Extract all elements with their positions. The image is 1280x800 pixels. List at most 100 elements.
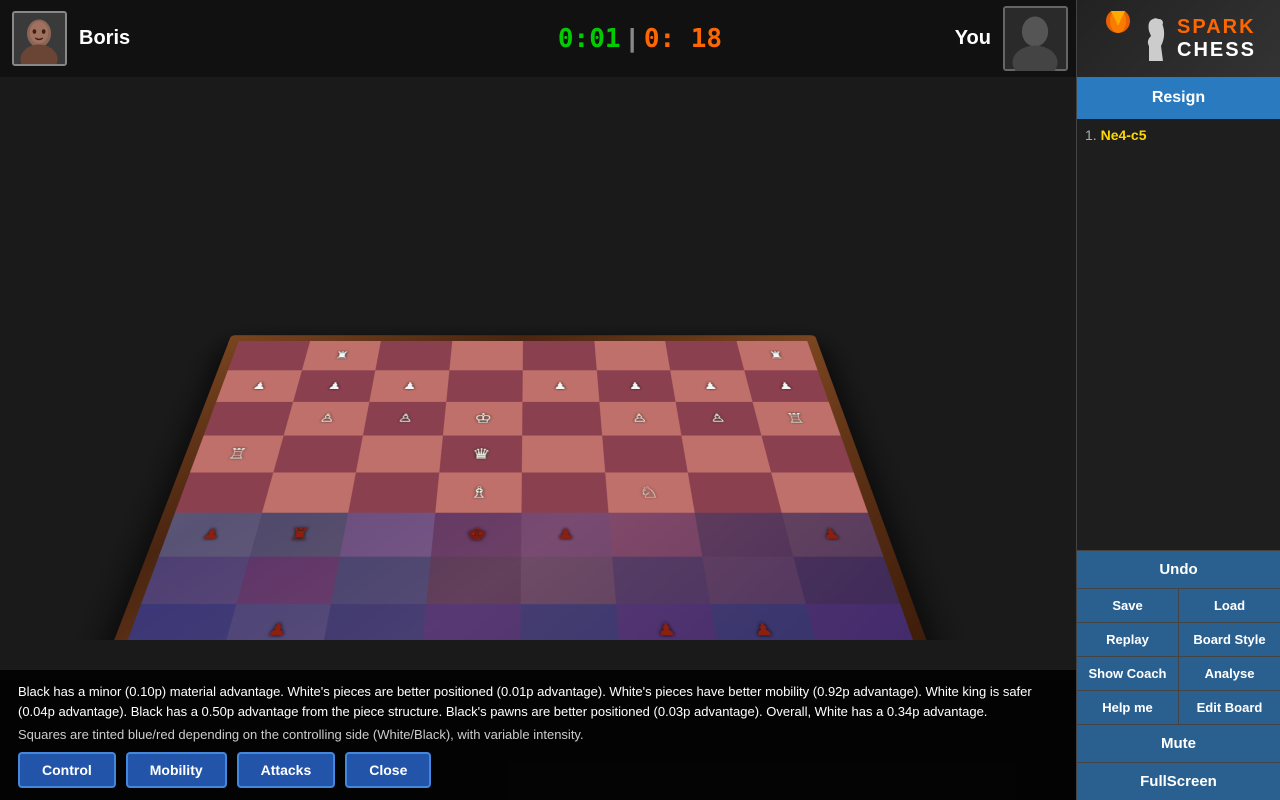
cell-r5c0: ♟ — [159, 513, 262, 557]
cell-r0c4 — [523, 341, 597, 370]
cell-r5c7: ♟ — [781, 513, 883, 557]
board-wood-border: ♜ ♜ — [103, 335, 937, 640]
cell-r6c5 — [612, 556, 711, 604]
analysis-sub-text: Squares are tinted blue/red depending on… — [18, 727, 1058, 742]
resign-button[interactable]: Resign — [1077, 77, 1280, 119]
timer-left: 0:01 — [558, 24, 621, 54]
cell-r5c4: ♟ — [521, 513, 612, 557]
cell-r7c1: ♟ — [221, 604, 331, 640]
cell-r2c1: ♙ — [283, 402, 369, 436]
help-me-button[interactable]: Help me — [1077, 691, 1179, 724]
cell-r3c4 — [522, 436, 605, 473]
fullscreen-button[interactable]: FullScreen — [1077, 763, 1280, 800]
cell-r3c7 — [761, 436, 854, 473]
cell-r7c0 — [121, 604, 236, 640]
save-button[interactable]: Save — [1077, 589, 1179, 622]
cell-r1c6: ♟ — [670, 370, 752, 401]
helpme-editboard-row: Help me Edit Board — [1077, 691, 1280, 724]
cell-r0c2 — [375, 341, 452, 370]
cell-r6c1 — [236, 556, 340, 604]
cell-r2c7: ♖ — [752, 402, 841, 436]
cell-r1c7: ♟ — [744, 370, 829, 401]
right-panel: Resign 1. Ne4-c5 Undo Save Load Replay B… — [1076, 77, 1280, 800]
cell-r4c6 — [688, 472, 782, 512]
cell-r5c5 — [608, 513, 702, 557]
cell-r6c7 — [793, 556, 901, 604]
cell-r1c0: ♟ — [216, 370, 301, 401]
cell-r5c6 — [695, 513, 793, 557]
cell-r6c2 — [331, 556, 431, 604]
showcoach-analyse-row: Show Coach Analyse — [1077, 657, 1280, 690]
cell-r3c6 — [681, 436, 770, 473]
cell-r1c4: ♟ — [522, 370, 599, 401]
undo-button[interactable]: Undo — [1077, 551, 1280, 588]
cell-r3c3: ♛ — [439, 436, 522, 473]
cell-r7c4 — [520, 604, 620, 640]
cell-r0c6 — [665, 341, 744, 370]
cell-r6c6 — [702, 556, 805, 604]
replay-button[interactable]: Replay — [1077, 623, 1179, 656]
cell-r4c1 — [262, 472, 356, 512]
cell-r7c3 — [420, 604, 520, 640]
player-right-section: You — [955, 6, 1076, 71]
cell-r6c4 — [521, 556, 616, 604]
analysis-overlay: Black has a minor (0.10p) material advan… — [0, 670, 1076, 800]
cell-r3c1 — [273, 436, 363, 473]
cell-r4c7 — [771, 472, 868, 512]
cell-r6c0 — [141, 556, 249, 604]
cell-r1c2: ♟ — [369, 370, 449, 401]
cell-r2c4 — [522, 402, 602, 436]
move-1-notation: Ne4-c5 — [1101, 127, 1147, 143]
cell-r5c2 — [340, 513, 435, 557]
avatar-left — [12, 11, 67, 66]
cell-r2c0 — [204, 402, 293, 436]
cell-r0c7: ♜ — [736, 341, 817, 370]
header: Boris 0:01 | 0: 18 You SPARK CHES — [0, 0, 1280, 77]
mobility-button[interactable]: Mobility — [126, 752, 227, 788]
control-button[interactable]: Control — [18, 752, 116, 788]
show-coach-button[interactable]: Show Coach — [1077, 657, 1179, 690]
board-area: ♜ ♜ — [0, 77, 1076, 800]
board-transform-wrapper: ♜ ♜ — [100, 335, 960, 640]
save-load-row: Save Load — [1077, 589, 1280, 622]
logo-area: SPARK CHESS — [1076, 0, 1280, 77]
cell-r5c1: ♜ — [249, 513, 348, 557]
player-left-name: Boris — [79, 27, 130, 50]
cell-r7c5: ♟ — [616, 604, 720, 640]
edit-board-button[interactable]: Edit Board — [1179, 691, 1280, 724]
player-left-section: Boris — [0, 3, 142, 74]
cell-r6c3 — [426, 556, 521, 604]
board-style-button[interactable]: Board Style — [1179, 623, 1280, 656]
analysis-buttons: Control Mobility Attacks Close — [18, 752, 1058, 788]
cell-r1c5: ♟ — [596, 370, 675, 401]
close-button[interactable]: Close — [345, 752, 431, 788]
cell-r7c6: ♟ — [710, 604, 819, 640]
cell-r0c5 — [594, 341, 670, 370]
cell-r2c3: ♔ — [443, 402, 523, 436]
cell-r3c0: ♖ — [190, 436, 283, 473]
cell-r7c7 — [805, 604, 919, 640]
cell-r7c2 — [321, 604, 426, 640]
cell-r2c2: ♙ — [363, 402, 446, 436]
attacks-button[interactable]: Attacks — [237, 752, 336, 788]
cell-r1c3 — [446, 370, 523, 401]
mute-button[interactable]: Mute — [1077, 725, 1280, 762]
cell-r4c3: ♗ — [435, 472, 522, 512]
cell-r4c4 — [521, 472, 608, 512]
cell-r0c3 — [449, 341, 523, 370]
player-right-name: You — [955, 27, 991, 50]
cell-r0c0 — [228, 341, 310, 370]
analyse-button[interactable]: Analyse — [1179, 657, 1280, 690]
chess-board-3d: ♜ ♜ — [0, 77, 1076, 640]
analysis-main-text: Black has a minor (0.10p) material advan… — [18, 682, 1058, 721]
move-history: 1. Ne4-c5 — [1077, 119, 1280, 550]
cell-r4c5: ♘ — [605, 472, 695, 512]
cell-r2c5: ♙ — [599, 402, 681, 436]
timer-right: 0: 18 — [644, 24, 722, 54]
chess-grid: ♜ ♜ — [121, 341, 919, 640]
load-button[interactable]: Load — [1179, 589, 1280, 622]
logo-text: SPARK CHESS — [1177, 16, 1256, 62]
replay-boardstyle-row: Replay Board Style — [1077, 623, 1280, 656]
avatar-right — [1003, 6, 1068, 71]
main-area: ♜ ♜ — [0, 77, 1280, 800]
